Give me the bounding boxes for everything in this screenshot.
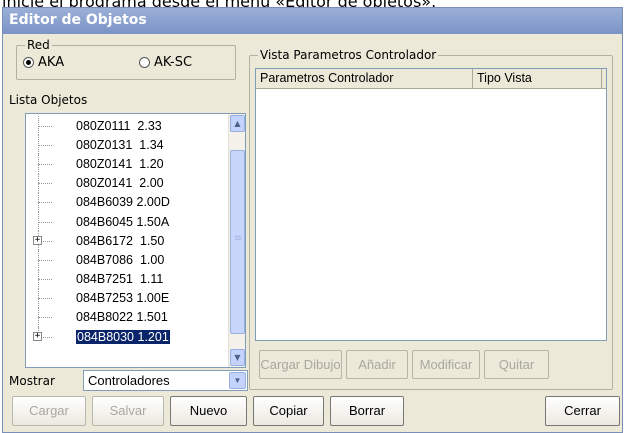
tree-item-text: 084B6039 2.00D [76, 195, 170, 210]
mostrar-value: Controladores [88, 373, 170, 388]
tree-item[interactable]: 080Z0141 1.20 [26, 154, 229, 174]
tree-item[interactable]: 084B8022 1.501 [26, 307, 229, 328]
vista-listview-header: Parametros Controlador Tipo Vista [256, 69, 606, 89]
tree-item[interactable]: 080Z0131 1.34 [26, 135, 229, 155]
tree-item-selected[interactable]: +084B8030 1.201 [26, 327, 229, 346]
tree-items: 080Z0111 2.33 080Z0131 1.34 080Z0141 1.2… [26, 116, 229, 346]
tree-item[interactable]: 080Z0141 2.00 [26, 173, 229, 193]
radio-aksc-dot[interactable] [139, 57, 150, 68]
tree-item-text: 080Z0131 1.34 [76, 137, 164, 152]
expand-plus-icon[interactable]: + [33, 332, 42, 342]
nuevo-button[interactable]: Nuevo [170, 396, 247, 426]
vista-listview[interactable]: Parametros Controlador Tipo Vista [255, 68, 607, 341]
salvar-button[interactable]: Salvar [92, 396, 164, 426]
tree-vertical-scrollbar[interactable]: ▲ ▼ [228, 114, 245, 367]
radio-aksc[interactable]: AK-SC [139, 55, 192, 70]
tree-item-text: 084B7253 1.00E [76, 291, 170, 306]
quitar-button[interactable]: Quitar [484, 350, 549, 379]
tree-item[interactable]: +084B6172 1.50 [26, 231, 229, 251]
tree-item[interactable]: 084B6045 1.50A [26, 211, 229, 232]
mostrar-combobox[interactable]: Controladores ▼ [83, 370, 248, 391]
tree-item-text: 080Z0141 1.20 [76, 156, 164, 171]
borrar-button[interactable]: Borrar [330, 396, 404, 426]
tree-item-text: 084B6045 1.50A [76, 214, 170, 229]
tree-item[interactable]: 080Z0111 2.33 [26, 116, 229, 136]
column-header-parametros[interactable]: Parametros Controlador [256, 69, 473, 89]
cargar-dibujo-button[interactable]: Cargar Dibujo [259, 350, 342, 379]
anadir-button[interactable]: Añadir [346, 350, 408, 379]
editor-window: Editor de Objetos Red AKA AK-SC Lista Ob… [2, 7, 623, 433]
column-header-tipo-vista[interactable]: Tipo Vista [473, 69, 602, 89]
cerrar-button[interactable]: Cerrar [545, 396, 620, 426]
cargar-button[interactable]: Cargar [12, 396, 86, 426]
lista-objetos-label: Lista Objetos [9, 93, 88, 107]
tree-item-text: 084B7251 1.11 [76, 272, 164, 287]
tree-item-text: 084B8022 1.501 [76, 310, 168, 325]
scroll-up-arrow-icon[interactable]: ▲ [230, 115, 245, 132]
tree-item-text: 084B6172 1.50 [76, 233, 165, 248]
radio-aka-label: AKA [38, 55, 65, 70]
vista-group-label: Vista Parametros Controlador [258, 48, 439, 62]
copiar-button[interactable]: Copiar [253, 396, 324, 426]
tree-item-text: 084B8030 1.201 [75, 328, 171, 345]
radio-aksc-label: AK-SC [154, 55, 193, 70]
objects-tree-list[interactable]: 080Z0111 2.33 080Z0131 1.34 080Z0141 1.2… [25, 113, 246, 368]
scroll-down-arrow-icon[interactable]: ▼ [230, 349, 245, 366]
chevron-down-icon[interactable]: ▼ [229, 372, 246, 389]
tree-item[interactable]: 084B7086 1.00 [26, 250, 229, 270]
title-bar: Editor de Objetos [3, 8, 622, 34]
window-title: Editor de Objetos [9, 12, 147, 28]
expand-plus-icon[interactable]: + [33, 236, 42, 246]
tree-item[interactable]: 084B6039 2.00D [26, 192, 229, 212]
tree-item-text: 084B7086 1.00 [76, 252, 165, 267]
tree-item[interactable]: 084B7253 1.00E [26, 288, 229, 308]
tree-item[interactable]: 084B7251 1.11 [26, 269, 229, 289]
red-group-label: Red [25, 38, 52, 52]
mostrar-label: Mostrar [9, 374, 55, 388]
modificar-button[interactable]: Modificar [412, 350, 480, 379]
tree-item-text: 080Z0111 2.33 [76, 118, 162, 133]
radio-aka[interactable]: AKA [23, 55, 64, 70]
scroll-thumb[interactable] [230, 150, 245, 334]
tree-item-text: 080Z0141 2.00 [76, 176, 164, 191]
radio-aka-dot[interactable] [23, 57, 34, 68]
